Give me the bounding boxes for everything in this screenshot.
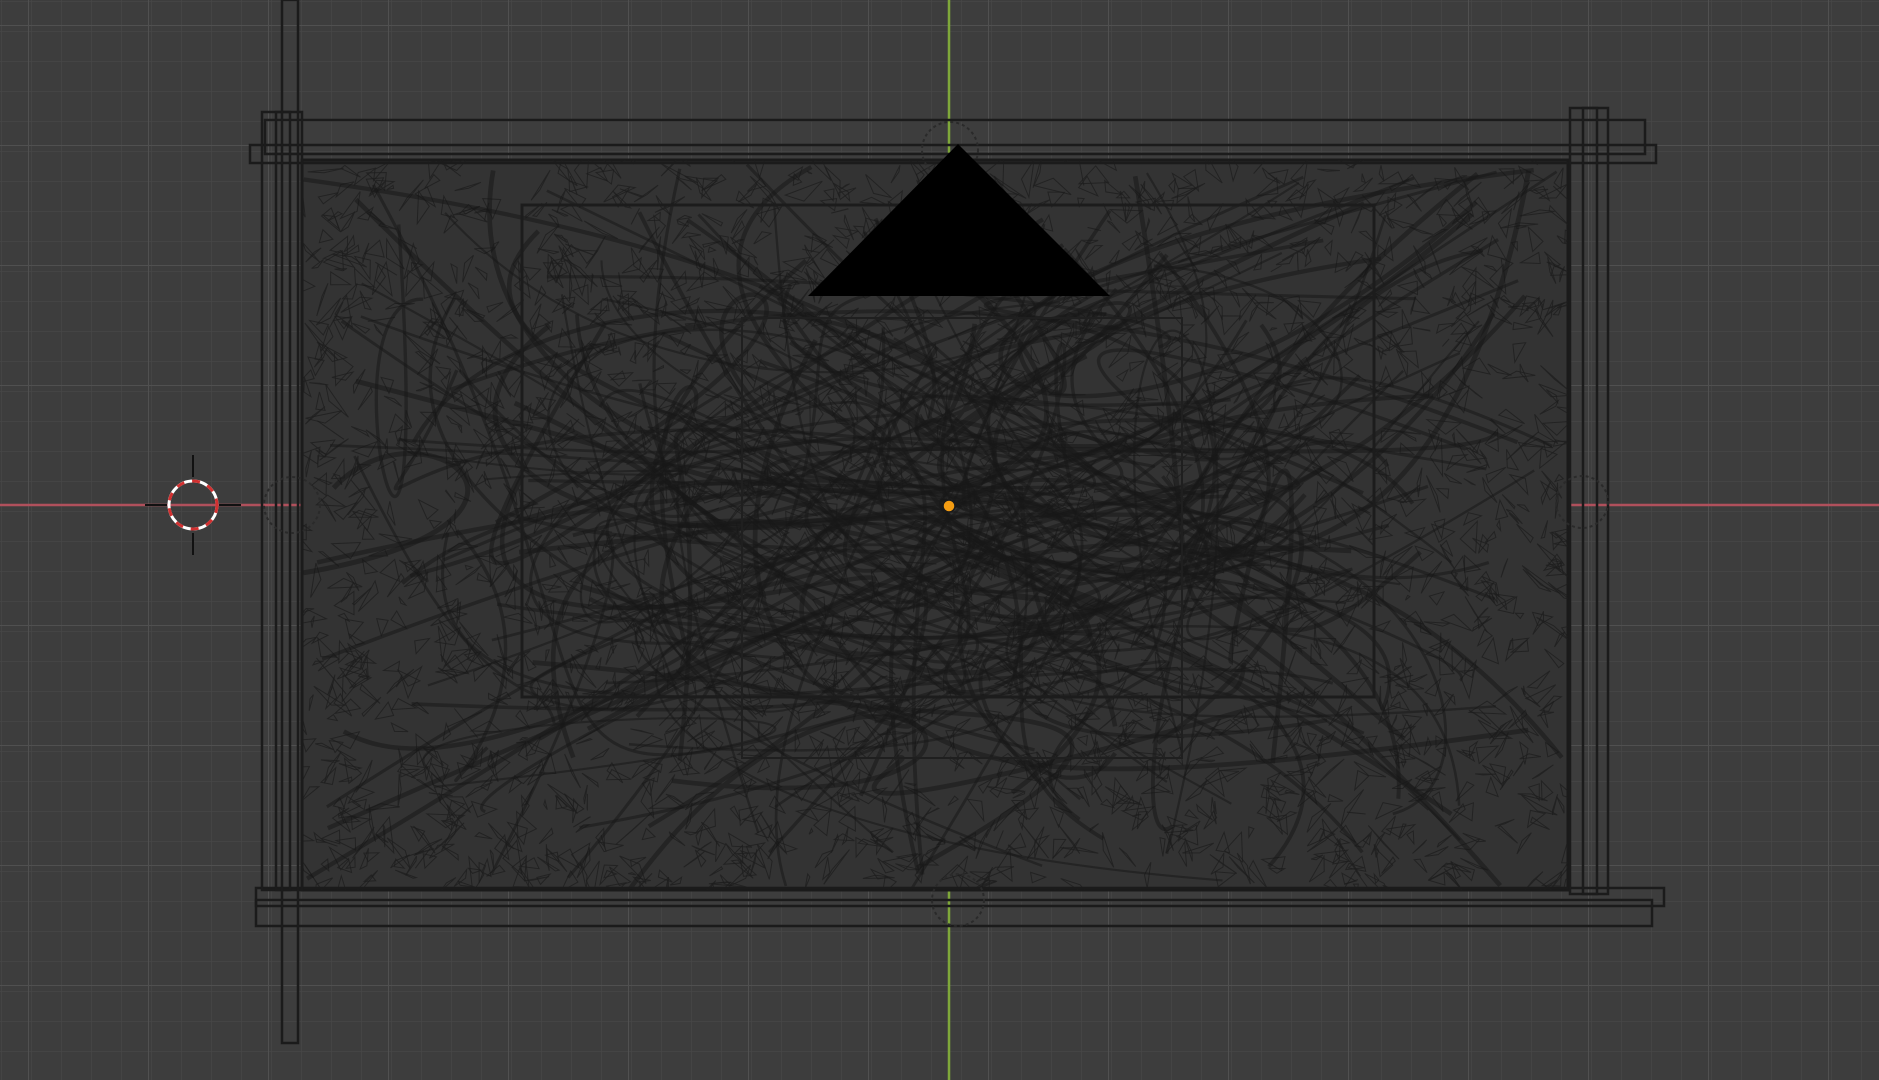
- 3d-viewport[interactable]: [0, 0, 1879, 1080]
- object-origin-icon[interactable]: [942, 499, 956, 513]
- viewport-canvas[interactable]: [0, 0, 1879, 1080]
